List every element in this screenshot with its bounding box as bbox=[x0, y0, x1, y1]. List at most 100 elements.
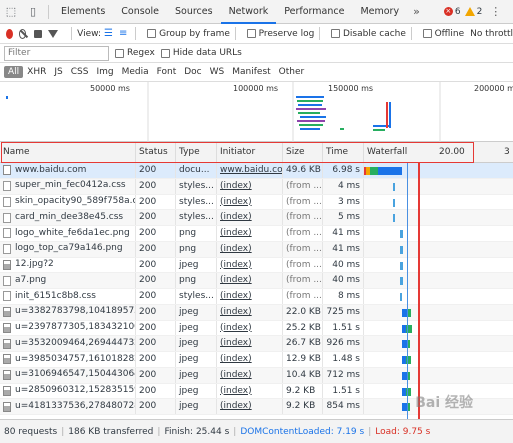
request-initiator[interactable]: (index) bbox=[217, 210, 283, 225]
request-initiator[interactable]: (index) bbox=[217, 352, 283, 367]
console-counts[interactable]: × 6 2 bbox=[443, 7, 482, 17]
hide-data-urls-checkbox[interactable]: Hide data URLs bbox=[155, 48, 242, 58]
request-row[interactable]: card_min_dee38e45.css 200 styles... (index)… bbox=[0, 210, 513, 226]
screenshot-icon[interactable] bbox=[34, 29, 43, 38]
initiator-link[interactable]: www.baidu.co... bbox=[220, 165, 282, 175]
initiator-link[interactable]: (index) bbox=[220, 212, 252, 222]
disable-cache-checkbox[interactable]: Disable cache bbox=[325, 29, 406, 39]
type-filter-ws[interactable]: WS bbox=[206, 67, 229, 77]
request-initiator[interactable]: (index) bbox=[217, 226, 283, 241]
initiator-link[interactable]: (index) bbox=[220, 181, 252, 191]
request-size: (from ... bbox=[283, 194, 323, 210]
column-time[interactable]: Time bbox=[323, 142, 364, 163]
initiator-link[interactable]: (index) bbox=[220, 338, 252, 348]
type-filter-img[interactable]: Img bbox=[92, 67, 117, 77]
request-initiator[interactable]: (index) bbox=[217, 273, 283, 288]
column-status[interactable]: Status bbox=[136, 142, 176, 163]
column-initiator[interactable]: Initiator bbox=[217, 142, 283, 163]
request-initiator[interactable]: (index) bbox=[217, 336, 283, 351]
initiator-link[interactable]: (index) bbox=[220, 307, 252, 317]
initiator-link[interactable]: (index) bbox=[220, 197, 252, 207]
request-row[interactable]: u=3106946547,150443064... 200 jpeg (index) 1… bbox=[0, 367, 513, 384]
request-initiator[interactable]: www.baidu.co... bbox=[217, 163, 283, 178]
type-filter-doc[interactable]: Doc bbox=[180, 67, 205, 77]
type-filter-js[interactable]: JS bbox=[50, 67, 66, 77]
large-rows-icon[interactable]: ☰ bbox=[104, 28, 113, 39]
request-row[interactable]: www.baidu.com 200docu...www.baidu.co...49… bbox=[0, 163, 513, 179]
tab-elements[interactable]: Elements bbox=[53, 0, 113, 24]
finish-time: Finish: 25.44 s bbox=[164, 426, 230, 437]
initiator-link[interactable]: (index) bbox=[220, 291, 252, 301]
request-name: logo_white_fe6da1ec.png bbox=[15, 227, 130, 238]
request-row[interactable]: u=3532009464,269444732... 200 jpeg (index) 2… bbox=[0, 336, 513, 352]
request-initiator[interactable]: (index) bbox=[217, 178, 283, 194]
type-filter-media[interactable]: Media bbox=[118, 67, 153, 77]
request-initiator[interactable]: (index) bbox=[217, 367, 283, 383]
device-toolbar-icon[interactable]: ▯ bbox=[22, 0, 44, 24]
request-initiator[interactable]: (index) bbox=[217, 241, 283, 257]
request-row[interactable]: super_min_fec0412a.css 200 styles... (index… bbox=[0, 178, 513, 195]
group-by-frame-checkbox[interactable]: Group by frame bbox=[141, 29, 230, 39]
request-initiator[interactable]: (index) bbox=[217, 304, 283, 320]
initiator-link[interactable]: (index) bbox=[220, 401, 252, 411]
request-initiator[interactable]: (index) bbox=[217, 289, 283, 304]
initiator-link[interactable]: (index) bbox=[220, 275, 252, 285]
tab-performance[interactable]: Performance bbox=[276, 0, 352, 24]
request-size: 22.0 KB bbox=[283, 304, 323, 320]
tab-network[interactable]: Network bbox=[220, 0, 277, 24]
column-name[interactable]: Name bbox=[0, 142, 136, 163]
request-row[interactable]: u=3985034757,161018282... 200 jpeg (index) 1… bbox=[0, 352, 513, 368]
type-filter-all[interactable]: All bbox=[4, 66, 24, 78]
initiator-link[interactable]: (index) bbox=[220, 260, 252, 270]
request-time: 854 ms bbox=[323, 399, 364, 414]
filter-icon[interactable] bbox=[48, 29, 59, 38]
image-file-icon bbox=[3, 307, 11, 318]
type-filter-other[interactable]: Other bbox=[275, 67, 309, 77]
type-filter-xhr[interactable]: XHR bbox=[23, 67, 50, 77]
column-type[interactable]: Type bbox=[176, 142, 217, 163]
more-tabs-button[interactable]: » bbox=[407, 5, 426, 18]
request-row[interactable]: a7.png 200 png (index) (from ... 40 ms bbox=[0, 273, 513, 289]
type-filter-font[interactable]: Font bbox=[153, 67, 181, 77]
throttling-select[interactable]: No throttl bbox=[470, 29, 513, 39]
inspect-element-icon[interactable]: ⬚ bbox=[0, 0, 22, 24]
initiator-link[interactable]: (index) bbox=[220, 386, 252, 396]
request-row[interactable]: u=2397877305,183432100... 200 jpeg (index) 2… bbox=[0, 320, 513, 337]
column-size[interactable]: Size bbox=[283, 142, 323, 163]
filter-input[interactable] bbox=[4, 45, 109, 61]
request-row[interactable]: u=3382783798,104189575... 200 jpeg (index) 2… bbox=[0, 304, 513, 321]
request-initiator[interactable]: (index) bbox=[217, 257, 283, 273]
request-row[interactable]: skin_opacity90_589f758a.css 200 styles...(… bbox=[0, 194, 513, 211]
request-row[interactable]: 12.jpg?2 200 jpeg (index) (from ... 40 ms bbox=[0, 257, 513, 274]
preserve-log-checkbox[interactable]: Preserve log bbox=[241, 29, 314, 39]
type-filter-manifest[interactable]: Manifest bbox=[228, 67, 274, 77]
request-time: 712 ms bbox=[323, 367, 364, 383]
tab-sources[interactable]: Sources bbox=[167, 0, 221, 24]
request-name: a7.png bbox=[15, 274, 47, 285]
type-filter-css[interactable]: CSS bbox=[67, 67, 93, 77]
request-row[interactable]: init_6151c8b8.css 200 styles... (index) (fro… bbox=[0, 289, 513, 305]
initiator-link[interactable]: (index) bbox=[220, 323, 252, 333]
clear-button[interactable] bbox=[18, 28, 27, 39]
tab-console[interactable]: Console bbox=[113, 0, 167, 24]
record-button[interactable] bbox=[6, 28, 13, 39]
request-initiator[interactable]: (index) bbox=[217, 383, 283, 399]
request-initiator[interactable]: (index) bbox=[217, 399, 283, 414]
devtools-menu-icon[interactable]: ⋮ bbox=[490, 5, 501, 18]
offline-checkbox[interactable]: Offline bbox=[417, 29, 464, 39]
initiator-link[interactable]: (index) bbox=[220, 228, 252, 238]
overview-icon[interactable]: ≡ bbox=[119, 28, 127, 39]
request-waterfall bbox=[364, 210, 513, 225]
request-initiator[interactable]: (index) bbox=[217, 320, 283, 336]
regex-checkbox[interactable]: Regex bbox=[109, 48, 155, 58]
request-row[interactable]: logo_top_ca79a146.png 200 png (index) (from … bbox=[0, 241, 513, 258]
request-row[interactable]: logo_white_fe6da1ec.png 200 png (index) (fro… bbox=[0, 226, 513, 242]
initiator-link[interactable]: (index) bbox=[220, 354, 252, 364]
network-overview[interactable]: 50000 ms 100000 ms 150000 ms 200000 ms bbox=[0, 82, 513, 142]
column-waterfall[interactable]: Waterfall 20.00 3 bbox=[364, 142, 513, 163]
initiator-link[interactable]: (index) bbox=[220, 370, 252, 380]
request-initiator[interactable]: (index) bbox=[217, 194, 283, 210]
initiator-link[interactable]: (index) bbox=[220, 244, 252, 254]
tab-memory[interactable]: Memory bbox=[352, 0, 407, 24]
request-name: u=3532009464,269444732... bbox=[15, 337, 136, 348]
